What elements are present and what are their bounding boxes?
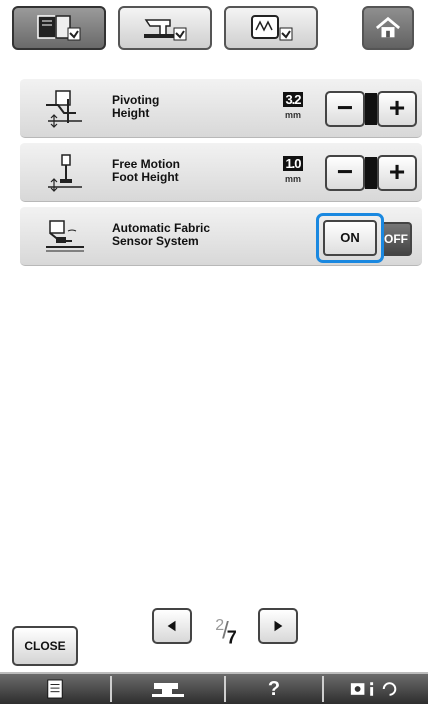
machine-icon [152, 683, 184, 697]
setting-row-pivoting-height: Pivoting Height 3.2 mm − + [20, 78, 422, 138]
label-line-2: Sensor System [112, 234, 199, 248]
on-off-toggle: ON OFF [316, 213, 416, 263]
setting-label: Pivoting Height [112, 94, 159, 120]
stepper-divider [365, 93, 377, 125]
utility-book-icon [37, 15, 81, 41]
tab-embroidery-settings[interactable] [224, 6, 318, 50]
sewing-machine-settings-icon [144, 19, 187, 41]
help-icon: ? [267, 677, 281, 700]
off-button[interactable]: OFF [384, 222, 412, 256]
page-indicator: 2/7 [202, 606, 248, 648]
tab-machine-settings[interactable] [118, 6, 212, 50]
value-unit: mm [284, 174, 301, 184]
bottom-toolbar: ? [0, 672, 428, 704]
previous-page-button[interactable] [152, 608, 192, 644]
label-line-2: Height [112, 106, 150, 120]
next-page-button[interactable] [258, 608, 298, 644]
decrease-button[interactable]: − [325, 91, 365, 127]
bottom-help-button[interactable]: ? [226, 674, 322, 704]
home-button[interactable] [362, 6, 414, 50]
setting-row-automatic-fabric-sensor: Automatic Fabric Sensor System ON OFF [20, 206, 422, 266]
decrease-button[interactable]: − [325, 155, 365, 191]
value-unit: mm [284, 110, 301, 120]
bottom-machine-button[interactable] [112, 674, 224, 704]
value-stepper: − + [325, 155, 417, 191]
stepper-divider [365, 157, 377, 189]
setting-row-free-motion-foot-height: Free Motion Foot Height 1.0 mm − + [20, 142, 422, 202]
total-pages: 7 [226, 627, 237, 648]
bottom-document-button[interactable] [0, 674, 110, 704]
value-number: 1.0 [283, 156, 303, 171]
setting-label: Automatic Fabric Sensor System [112, 222, 210, 248]
value-display: 3.2 mm [276, 91, 310, 120]
free-motion-foot-icon [48, 154, 82, 192]
presser-foot-pivot-icon [46, 90, 82, 128]
document-icon [47, 679, 63, 699]
increase-button[interactable]: + [377, 91, 417, 127]
right-triangle-icon [274, 620, 283, 632]
tab-utility[interactable] [12, 6, 106, 50]
label-line-2: Foot Height [112, 170, 179, 184]
home-icon [375, 16, 401, 38]
on-button[interactable]: ON [323, 220, 377, 256]
embroidery-frame-icon [251, 15, 293, 41]
fabric-sensor-icon [46, 220, 84, 252]
camera-info-icon [350, 682, 397, 696]
page-navigator: 2/7 [152, 606, 298, 650]
value-stepper: − + [325, 91, 417, 127]
bottom-camera-info-button[interactable] [324, 674, 428, 704]
tab-bar [12, 6, 422, 54]
increase-button[interactable]: + [377, 155, 417, 191]
value-display: 1.0 mm [276, 155, 310, 184]
left-triangle-icon [167, 620, 176, 632]
setting-label: Free Motion Foot Height [112, 158, 180, 184]
close-button[interactable]: CLOSE [12, 626, 78, 666]
value-number: 3.2 [283, 92, 303, 107]
